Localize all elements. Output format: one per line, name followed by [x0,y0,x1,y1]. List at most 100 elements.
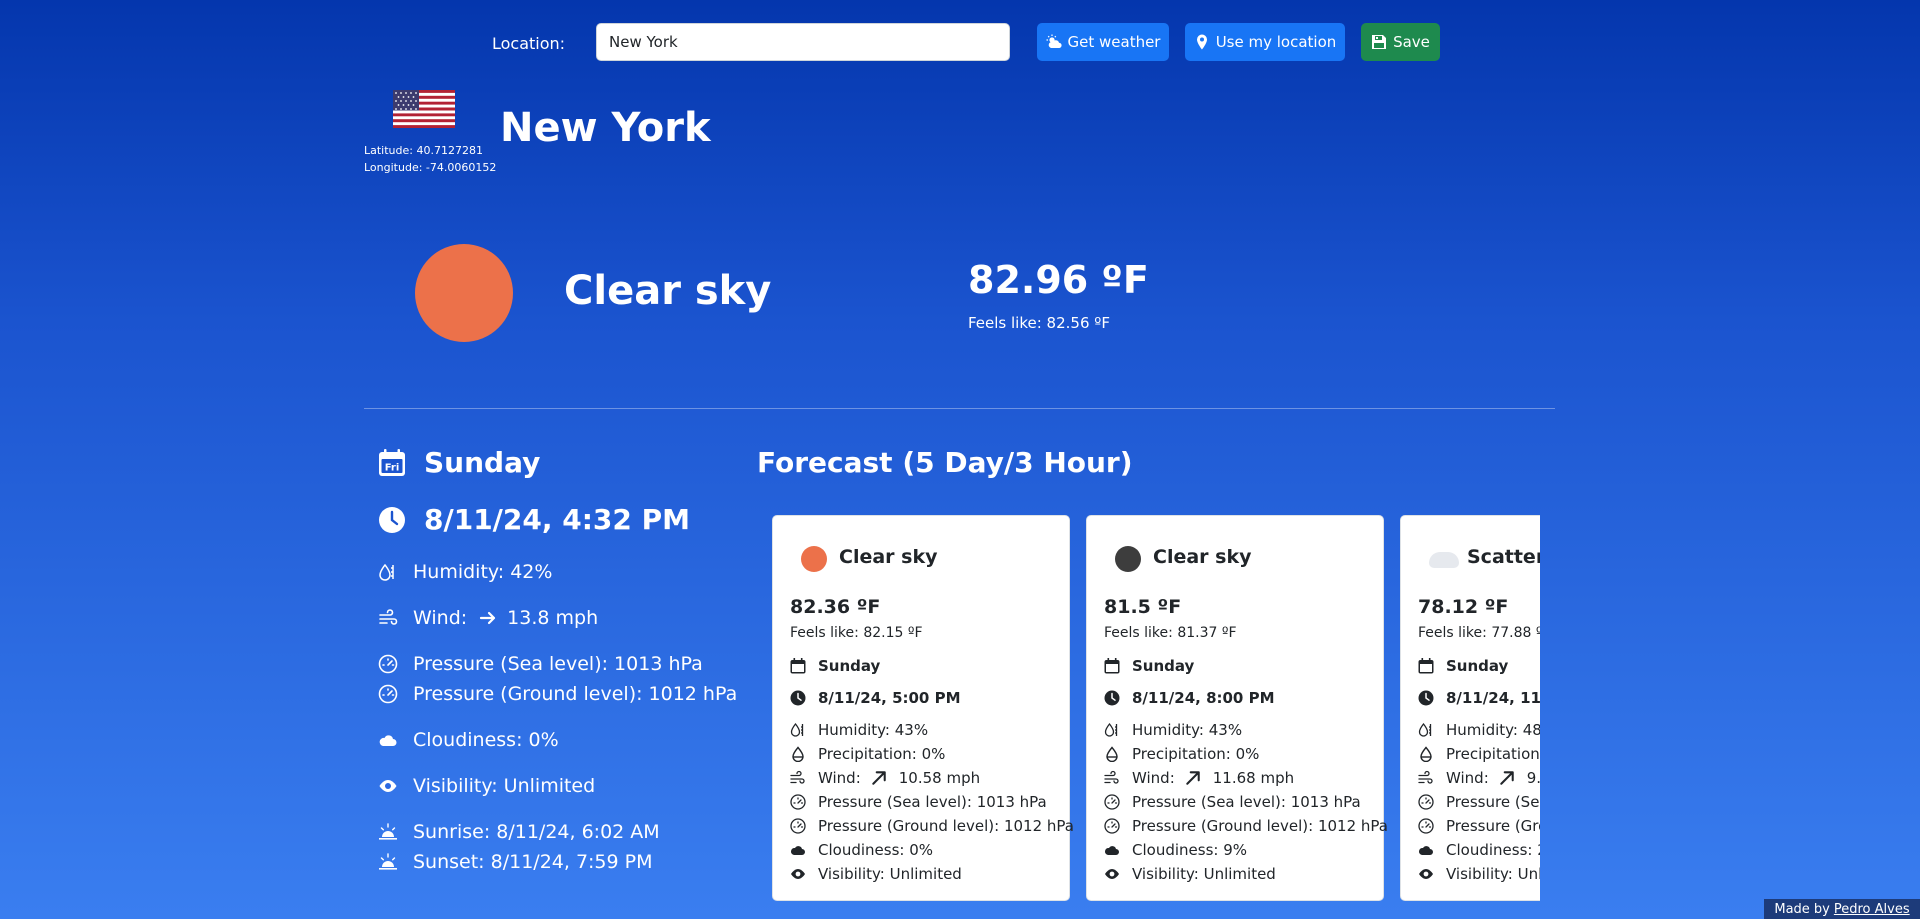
forecast-carousel[interactable]: Clear sky 82.36 ºF Feels like: 82.15 ºF … [772,515,1540,901]
forecast-card[interactable]: Clear sky 81.5 ºF Feels like: 81.37 ºF S… [1086,515,1388,901]
use-my-location-button[interactable]: Use my location [1185,23,1345,61]
card-cloudiness-row: Cloudiness: 0% [790,841,933,859]
card-pressure-sea: Pressure (Sea [1446,793,1540,811]
card-datetime-row: 8/11/24, 11:0 [1418,689,1540,707]
sunset-text: Sunset: 8/11/24, 7:59 PM [413,851,653,873]
wind-direction-arrow-icon [1186,771,1200,785]
sunset-icon [379,853,397,870]
card-pressure-sea: Pressure (Sea level): 1013 hPa [1132,793,1361,811]
card-pressure-ground: Pressure (Ground level): 1012 hPa [818,817,1074,835]
pressure-ground-text: Pressure (Ground level): 1012 hPa [413,683,738,705]
current-condition: Clear sky [564,268,772,314]
card-precipitation-row: Precipitation: 0% [790,745,945,763]
clock-icon [1418,690,1434,706]
current-datetime: 8/11/24, 4:32 PM [424,503,691,536]
current-datetime-row: 8/11/24, 4:32 PM [378,503,690,536]
sun-icon [415,244,513,342]
humidity-icon [379,563,394,581]
card-datetime: 8/11/24, 11:0 [1446,689,1540,707]
card-cloudiness: Cloudiness: 0% [818,841,933,859]
card-wind-speed: 9.7 [1526,769,1540,787]
gauge-icon [378,654,398,674]
eye-icon [379,780,397,792]
card-condition: Scattere [1467,546,1540,568]
card-visibility: Visibility: Unlimited [1132,865,1276,883]
card-cloudiness-row: Cloudiness: 2 [1418,841,1540,859]
sunrise-row: Sunrise: 8/11/24, 6:02 AM [378,821,660,843]
card-datetime-row: 8/11/24, 8:00 PM [1104,689,1275,707]
card-pressure-ground: Pressure (Grou [1446,817,1540,835]
longitude-text: Longitude: -74.0060152 [364,161,497,174]
current-feels-like: Feels like: 82.56 ºF [968,314,1110,332]
wind-icon [790,770,805,784]
card-precipitation-row: Precipitation: [1418,745,1540,763]
wind-icon [1418,770,1433,784]
card-pressure-sea-row: Pressure (Sea level): 1013 hPa [790,793,1047,811]
card-visibility: Visibility: Unlimited [818,865,962,883]
author-link[interactable]: Pedro Alves [1834,902,1910,917]
latitude-text: Latitude: 40.7127281 [364,144,483,157]
card-wind-label: Wind: [818,769,861,787]
calendar-icon [1418,658,1434,674]
card-pressure-sea-row: Pressure (Sea level): 1013 hPa [1104,793,1361,811]
card-wind-row: Wind: 10.58 mph [790,769,980,787]
card-humidity: Humidity: 43% [818,721,929,739]
cloudiness-row: Cloudiness: 0% [378,729,559,751]
card-wind-label: Wind: [1132,769,1175,787]
map-pin-icon [1196,34,1207,50]
cloud-icon [790,846,805,855]
card-humidity: Humidity: 43% [1132,721,1243,739]
droplet-icon [1420,746,1432,762]
card-precipitation: Precipitation: 0% [818,745,946,763]
droplet-icon [792,746,804,762]
sun-cloud-icon [1046,34,1062,48]
card-humidity-row: Humidity: 43% [790,721,928,739]
card-day: Sunday [818,657,881,675]
humidity-icon [790,722,804,737]
footer-credit: Made by Pedro Alves [1764,899,1920,919]
forecast-card[interactable]: Clear sky 82.36 ºF Feels like: 82.15 ºF … [772,515,1074,901]
card-datetime-row: 8/11/24, 5:00 PM [790,689,961,707]
sunset-row: Sunset: 8/11/24, 7:59 PM [378,851,653,873]
card-condition: Clear sky [1153,546,1252,568]
eye-icon [1105,869,1119,879]
svg-text:Fri: Fri [385,462,400,473]
card-temperature: 81.5 ºF [1104,596,1182,618]
card-humidity: Humidity: 48 [1446,721,1540,739]
get-weather-label: Get weather [1067,33,1161,51]
card-feels-like: Feels like: 81.37 ºF [1104,625,1237,641]
card-visibility-row: Visibility: Unlimited [790,865,962,883]
us-flag-icon [393,90,455,128]
get-weather-button[interactable]: Get weather [1037,23,1169,61]
save-label: Save [1393,33,1430,51]
section-divider [364,408,1555,409]
card-datetime: 8/11/24, 5:00 PM [818,689,961,707]
card-precipitation: Precipitation: [1446,745,1540,763]
sunrise-text: Sunrise: 8/11/24, 6:02 AM [413,821,660,843]
floppy-disk-icon [1372,35,1387,49]
pressure-sea-row: Pressure (Sea level): 1013 hPa [378,653,703,675]
card-wind-speed: 10.58 mph [898,769,981,787]
droplet-icon [1106,746,1118,762]
gauge-icon [378,684,398,704]
card-wind-label: Wind: [1446,769,1489,787]
wind-direction-arrow-icon [480,611,496,625]
eye-icon [1419,869,1433,879]
card-visibility-row: Visibility: Unlimited [1104,865,1276,883]
card-precipitation: Precipitation: 0% [1132,745,1260,763]
use-my-location-label: Use my location [1215,33,1337,51]
save-button[interactable]: Save [1361,23,1440,61]
card-cloudiness-row: Cloudiness: 9% [1104,841,1247,859]
cloud-icon [1429,552,1459,568]
wind-row: Wind: 13.8 mph [378,607,598,629]
wind-label: Wind: [413,607,468,629]
humidity-icon [1418,722,1432,737]
card-pressure-ground-row: Pressure (Ground level): 1012 hPa [1104,817,1388,835]
card-visibility-row: Visibility: Unli [1418,865,1540,883]
city-title: New York [500,105,711,151]
forecast-card[interactable]: Scattere 78.12 ºF Feels like: 77.88 º Su… [1400,515,1540,901]
gauge-icon [1104,818,1120,834]
calendar-icon [1104,658,1120,674]
location-input[interactable] [596,23,1010,61]
card-day: Sunday [1132,657,1195,675]
